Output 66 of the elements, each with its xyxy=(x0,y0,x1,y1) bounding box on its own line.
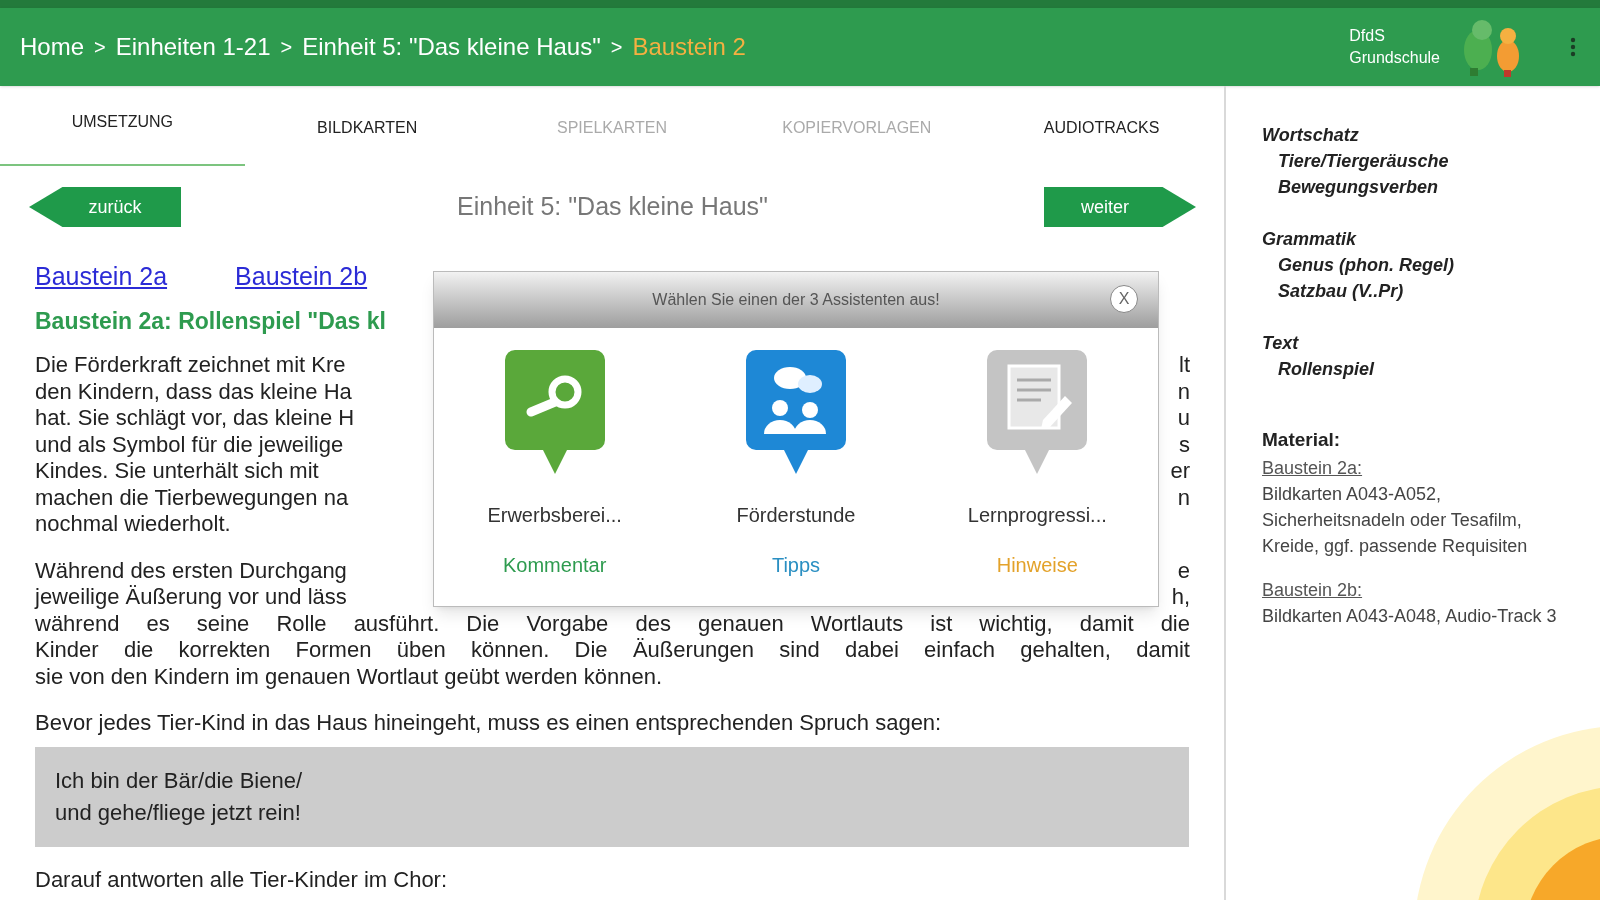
topic-heading: Text xyxy=(1262,332,1300,355)
close-button[interactable]: X xyxy=(1110,285,1138,313)
assistant-title[interactable]: Erwerbsberei... xyxy=(487,500,622,530)
breadcrumb-separator: > xyxy=(94,35,106,60)
next-button[interactable]: weiter xyxy=(1044,187,1196,227)
text-line: hat. Sie schlägt vor, das kleine H xyxy=(35,405,355,432)
text-line: und als Symbol für die jeweilige xyxy=(35,431,344,458)
topic-item: Rollenspiel xyxy=(1277,358,1376,381)
section-heading: Baustein 2a: Rollenspiel "Das kl xyxy=(35,306,386,336)
text-line: lt xyxy=(1179,352,1190,379)
quote-line: Ich bin der Bär/die Biene/ xyxy=(55,766,304,795)
breadcrumb-link[interactable]: Baustein 2 xyxy=(632,29,746,65)
logo-text: Grundschule xyxy=(1349,48,1440,68)
text-line: jeweilige Äußerung vor und läss xyxy=(35,584,347,611)
breadcrumb-separator: > xyxy=(280,35,293,60)
link[interactable]: Baustein 2b xyxy=(235,258,368,296)
text-line: Während des ersten Durchgang xyxy=(35,557,347,584)
material-text: Bildkarten A043-A052, Sicherheitsnadeln oder Tesafilm, Kreide, ggf. passende Requisiten xyxy=(1262,482,1529,558)
search-icon[interactable] xyxy=(504,350,605,474)
text-line: er xyxy=(1170,458,1190,485)
dialog-title: Wählen Sie einen der 3 Assistenten aus! xyxy=(652,290,940,310)
material-text: Bildkarten A043-A048, Audio-Track 3 xyxy=(1262,604,1558,628)
unit-title: Einheit 5: "Das kleine Haus" xyxy=(456,191,769,223)
text-line: sie von den Kindern im genauen Wortlaut geübt werden können. xyxy=(35,663,662,690)
back-button[interactable]: zurück xyxy=(29,187,181,227)
topic-item: Tiere/Tiergeräusche xyxy=(1277,150,1450,173)
text-line: s xyxy=(1179,431,1190,458)
tab[interactable]: BILDKARTEN xyxy=(244,86,490,166)
text-line: Kindes. Sie unterhält sich mit xyxy=(35,458,319,485)
text-line: machen die Tierbewegungen na xyxy=(35,484,349,511)
assistant-title[interactable]: Lernprogressi... xyxy=(967,500,1107,530)
logo-text: DfdS xyxy=(1349,26,1386,46)
text-line: n xyxy=(1177,378,1190,405)
assistant-subtitle[interactable]: Tipps xyxy=(771,550,821,580)
text-line: Kinder die korrekten Formen üben können. Die Äußerungen sind dabei einfach gehalten, damit xyxy=(35,637,1190,664)
breadcrumb-link[interactable]: Einheiten 1-21 xyxy=(115,29,271,65)
text-line: e xyxy=(1177,557,1190,584)
text-line: während es seine Rolle ausführt. Die Vorgabe des genauen Wortlauts ist wichtig, damit die xyxy=(35,610,1190,637)
text-line: Die Förderkraft zeichnet mit Kre xyxy=(35,352,346,379)
text-line: Bevor jedes Tier-Kind in das Haus hineingeht, muss es einen entsprechenden Spruch sagen: xyxy=(35,710,942,737)
link[interactable]: Baustein 2a xyxy=(35,258,168,296)
assistant-subtitle[interactable]: Kommentar xyxy=(502,550,607,580)
text-line: nochmal wiederholt. xyxy=(35,511,231,538)
material-label: Baustein 2a: xyxy=(1262,456,1364,480)
topic-item: Bewegungsverben xyxy=(1277,176,1440,199)
topic-heading: Grammatik xyxy=(1262,228,1358,251)
breadcrumb-separator: > xyxy=(610,35,623,60)
text-line: den Kindern, dass das kleine Ha xyxy=(35,378,352,405)
tab[interactable]: UMSETZUNG xyxy=(0,86,245,166)
topic-heading: Wortschatz xyxy=(1262,124,1360,147)
breadcrumb-link[interactable]: Einheit 5: "Das kleine Haus" xyxy=(302,29,601,65)
material-heading: Material: xyxy=(1262,428,1342,452)
quote-line: und gehe/fliege jetzt rein! xyxy=(55,798,302,827)
people-chat-icon[interactable] xyxy=(746,350,846,474)
topic-item: Genus (phon. Regel) xyxy=(1277,254,1455,277)
topic-item: Satzbau (V..Pr) xyxy=(1277,280,1405,303)
material-label: Baustein 2b: xyxy=(1262,578,1364,602)
body-text: Darauf antworten alle Tier-Kinder im Chor: xyxy=(34,865,449,894)
assistant-title[interactable]: Förderstunde xyxy=(736,500,856,530)
tab[interactable]: AUDIOTRACKS xyxy=(979,86,1224,166)
text-line: n xyxy=(1177,484,1190,511)
text-line: h, xyxy=(1171,584,1190,611)
more-menu-icon[interactable] xyxy=(1570,37,1576,57)
text-line: u xyxy=(1177,405,1190,432)
assistant-subtitle[interactable]: Hinweise xyxy=(996,550,1078,580)
breadcrumb-link[interactable]: Home xyxy=(20,29,85,65)
